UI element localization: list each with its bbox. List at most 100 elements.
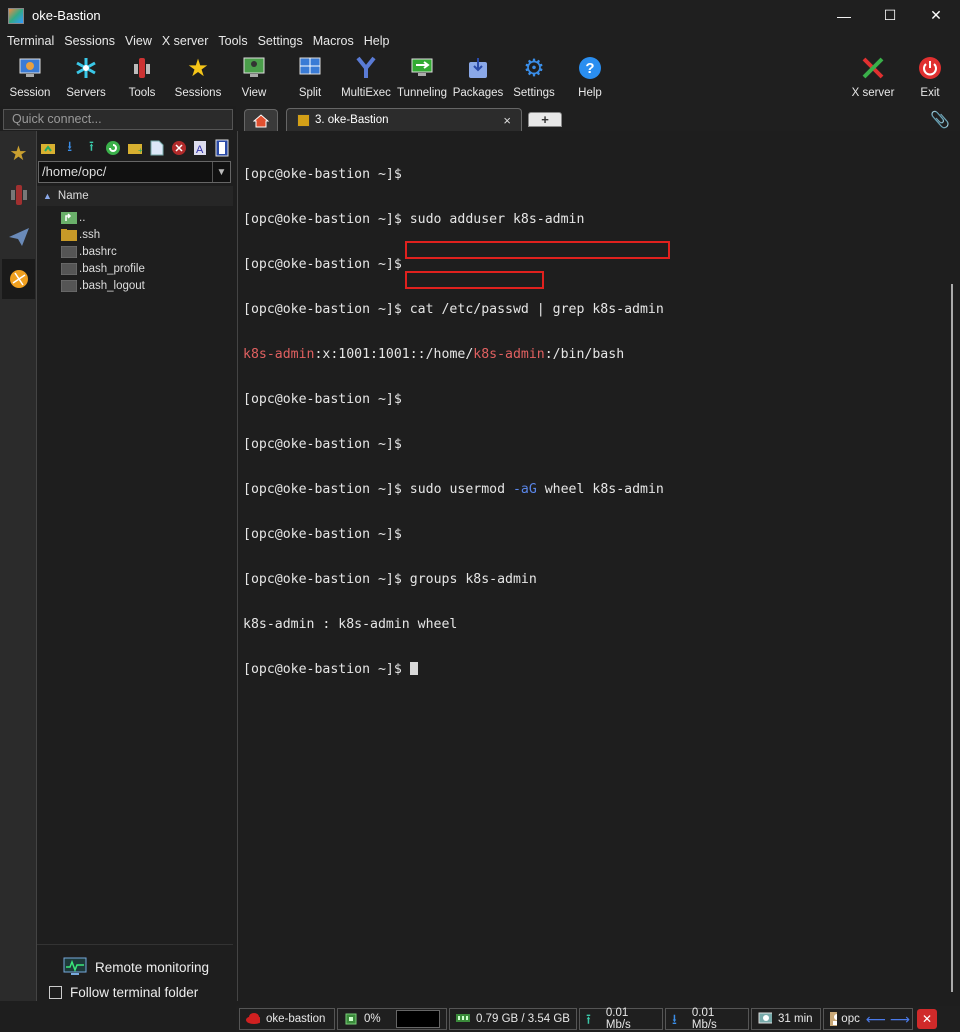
tunneling-icon bbox=[409, 55, 435, 81]
highlight-usermod bbox=[405, 241, 670, 259]
sessions-star-icon[interactable]: ★ bbox=[2, 133, 35, 173]
rename-icon[interactable]: A bbox=[189, 137, 211, 159]
new-file-icon[interactable] bbox=[146, 137, 168, 159]
menu-tools[interactable]: Tools bbox=[213, 34, 252, 48]
arrow-left-icon[interactable]: ⟵ bbox=[866, 1011, 886, 1028]
parent-dir-icon bbox=[61, 211, 77, 224]
menu-terminal[interactable]: Terminal bbox=[2, 34, 59, 48]
user-icon bbox=[830, 1012, 838, 1026]
terminal-cursor bbox=[409, 662, 418, 675]
menu-view[interactable]: View bbox=[120, 34, 157, 48]
status-download: ⭳ 0.01 Mb/s bbox=[665, 1007, 749, 1031]
quick-connect-input[interactable]: Quick connect... bbox=[3, 109, 233, 130]
column-header-name[interactable]: ▲ Name bbox=[37, 186, 233, 206]
terminal-output: [opc@oke-bastion ~]$ [opc@oke-bastion ~]… bbox=[243, 137, 664, 707]
disconnect-button[interactable]: ✕ bbox=[917, 1009, 937, 1029]
menu-xserver[interactable]: X server bbox=[157, 34, 214, 48]
svg-text:+: + bbox=[138, 146, 143, 155]
send-icon[interactable] bbox=[2, 217, 35, 257]
xserver-button[interactable]: X server bbox=[845, 51, 901, 103]
tools-icon bbox=[129, 55, 155, 81]
list-item[interactable]: .bashrc bbox=[37, 243, 233, 260]
xserver-icon bbox=[860, 55, 886, 81]
sftp-footer: Remote monitoring Follow terminal folder bbox=[37, 944, 233, 1001]
view-icon bbox=[241, 55, 267, 81]
list-item[interactable]: .bash_profile bbox=[37, 260, 233, 277]
new-folder-icon[interactable]: + bbox=[124, 137, 146, 159]
exit-button[interactable]: Exit bbox=[902, 51, 958, 103]
tab-oke-bastion[interactable]: 3. oke-Bastion × bbox=[286, 108, 522, 131]
terminal-line: [opc@oke-bastion ~]$ sudo usermod -aG wh… bbox=[243, 482, 664, 497]
multiexec-button[interactable]: MultiExec bbox=[338, 51, 394, 103]
minimize-button[interactable]: — bbox=[821, 0, 867, 31]
servers-button[interactable]: Servers bbox=[58, 51, 114, 103]
list-item[interactable]: .ssh bbox=[37, 226, 233, 243]
download-icon[interactable]: ⭳ bbox=[59, 137, 81, 159]
split-button[interactable]: Split bbox=[282, 51, 338, 103]
refresh-icon[interactable] bbox=[102, 137, 124, 159]
menu-settings[interactable]: Settings bbox=[253, 34, 308, 48]
view-button[interactable]: View bbox=[226, 51, 282, 103]
follow-terminal-folder[interactable]: Follow terminal folder bbox=[49, 985, 198, 1000]
file-icon bbox=[61, 262, 77, 275]
help-icon: ? bbox=[577, 55, 603, 81]
arrow-right-icon[interactable]: ⟶ bbox=[890, 1011, 910, 1028]
sftp-toolbar: ⭳ ⭱ + A bbox=[37, 135, 233, 161]
settings-button[interactable]: ⚙ Settings bbox=[506, 51, 562, 103]
redhat-icon bbox=[246, 1013, 260, 1024]
tunneling-button[interactable]: Tunneling bbox=[394, 51, 450, 103]
sessions-button[interactable]: ★ Sessions bbox=[170, 51, 226, 103]
sort-ascending-icon: ▲ bbox=[43, 191, 52, 201]
home-icon bbox=[253, 113, 269, 127]
menu-macros[interactable]: Macros bbox=[308, 34, 359, 48]
session-button[interactable]: Session bbox=[2, 51, 58, 103]
status-upload: ⭱ 0.01 Mb/s bbox=[579, 1007, 663, 1031]
list-item[interactable]: .. bbox=[37, 209, 233, 226]
svg-text:?: ? bbox=[585, 60, 594, 77]
globe-icon bbox=[9, 270, 28, 288]
terminal-scrollbar[interactable] bbox=[947, 131, 960, 1001]
packages-button[interactable]: Packages bbox=[450, 51, 506, 103]
monitoring-icon bbox=[63, 957, 87, 975]
path-dropdown-icon[interactable]: ▼ bbox=[212, 162, 230, 182]
svg-text:A: A bbox=[196, 144, 204, 156]
multiexec-icon bbox=[353, 55, 379, 81]
remote-monitoring-button[interactable]: Remote monitoring bbox=[63, 957, 209, 977]
uptime-icon bbox=[758, 1012, 772, 1024]
status-host[interactable]: oke-bastion bbox=[239, 1008, 335, 1030]
toolbar: Session Servers Tools ★ Sessions View Sp… bbox=[0, 51, 960, 106]
cpu-graph bbox=[396, 1010, 440, 1028]
scrollbar-thumb[interactable] bbox=[951, 284, 953, 992]
follow-folder-checkbox[interactable] bbox=[49, 986, 62, 999]
terminal-line: [opc@oke-bastion ~]$ cat /etc/passwd | g… bbox=[243, 302, 664, 317]
power-icon bbox=[917, 55, 943, 81]
memory-icon bbox=[456, 1014, 470, 1022]
terminal-line: [opc@oke-bastion ~]$ groups k8s-admin bbox=[243, 572, 537, 587]
window-title: oke-Bastion bbox=[32, 8, 101, 23]
help-button[interactable]: ? Help bbox=[562, 51, 618, 103]
parent-folder-icon[interactable] bbox=[37, 137, 59, 159]
terminal-line: [opc@oke-bastion ~]$ bbox=[243, 527, 402, 542]
paperclip-icon[interactable]: 📎 bbox=[930, 110, 950, 130]
tools-button[interactable]: Tools bbox=[114, 51, 170, 103]
new-tab-button[interactable]: + bbox=[528, 112, 562, 127]
upload-icon[interactable]: ⭱ bbox=[81, 137, 103, 159]
gear-icon: ⚙ bbox=[523, 54, 545, 82]
home-tab[interactable] bbox=[244, 109, 278, 131]
menu-help[interactable]: Help bbox=[359, 34, 395, 48]
maximize-button[interactable]: ☐ bbox=[867, 0, 913, 31]
menu-sessions[interactable]: Sessions bbox=[59, 34, 120, 48]
terminal-area[interactable]: [opc@oke-bastion ~]$ [opc@oke-bastion ~]… bbox=[237, 131, 947, 1001]
delete-icon[interactable] bbox=[168, 137, 190, 159]
terminal-line: [opc@oke-bastion ~]$ bbox=[243, 167, 402, 182]
terminal-line: [opc@oke-bastion ~]$ bbox=[243, 392, 402, 407]
list-item[interactable]: .bash_logout bbox=[37, 277, 233, 294]
properties-icon[interactable] bbox=[211, 137, 233, 159]
folder-icon bbox=[61, 228, 77, 241]
sftp-path-input[interactable]: /home/opc/ ▼ bbox=[38, 161, 231, 183]
status-uptime: 31 min bbox=[751, 1008, 821, 1030]
close-window-button[interactable]: ✕ bbox=[913, 0, 959, 31]
tools-side-icon[interactable] bbox=[2, 175, 35, 215]
tab-close-icon[interactable]: × bbox=[503, 113, 511, 128]
sftp-tab[interactable] bbox=[2, 259, 35, 299]
